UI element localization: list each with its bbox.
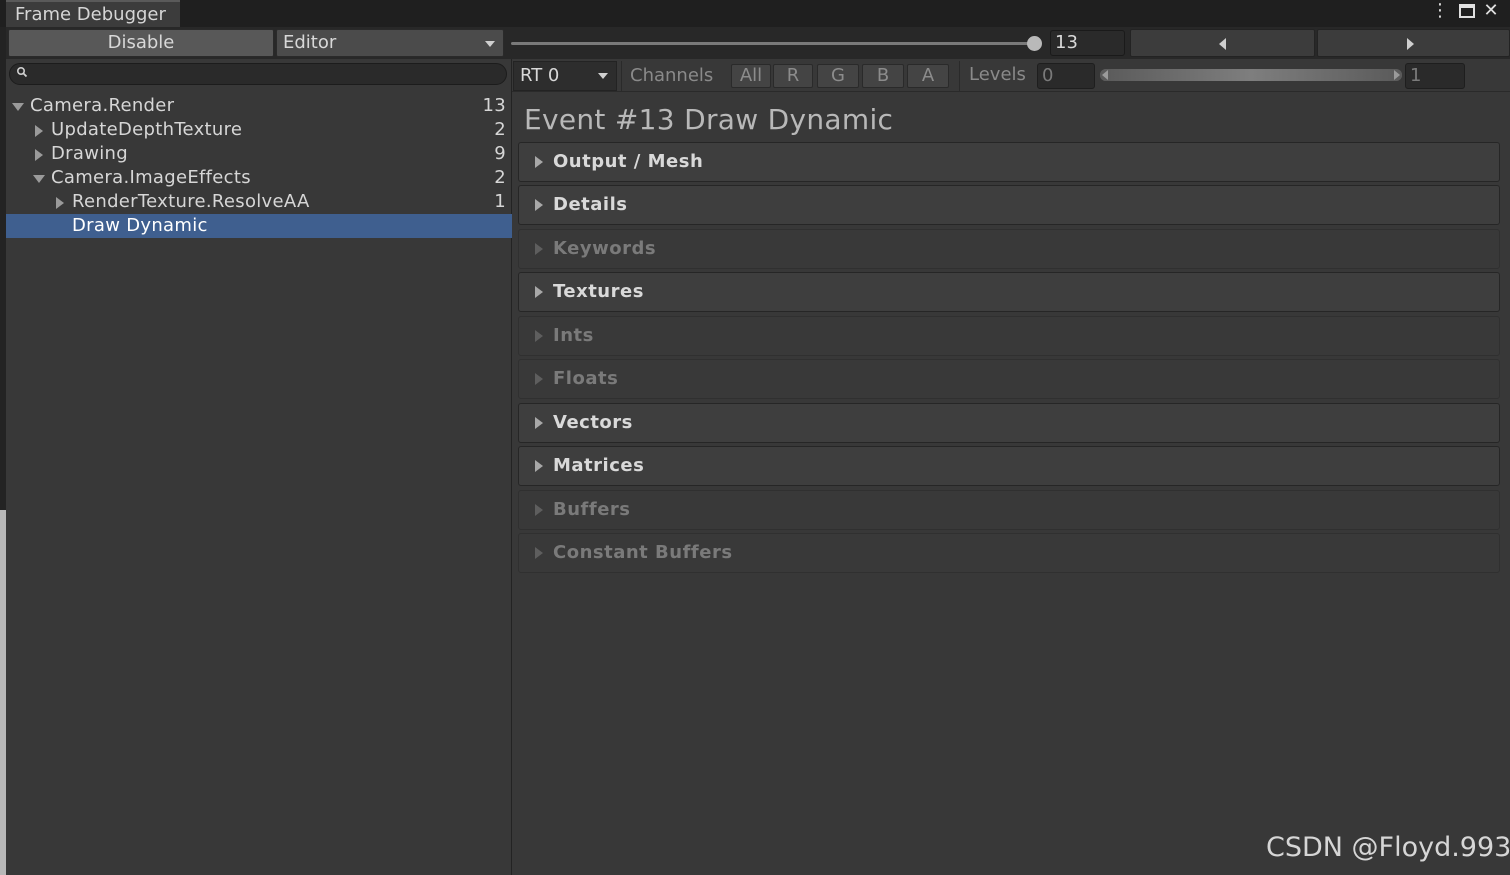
tree-item-count: 9 (494, 143, 506, 164)
tree-item-label: Draw Dynamic (72, 215, 208, 236)
divider (959, 61, 960, 91)
foldout-arrow-icon (535, 460, 543, 472)
tab-frame-debugger[interactable]: Frame Debugger (6, 0, 180, 27)
arrow-left-icon (1219, 38, 1226, 50)
section-output-mesh[interactable]: Output / Mesh (518, 142, 1500, 182)
foldout-arrow-icon (535, 373, 543, 385)
tree-item-count: 2 (494, 119, 506, 140)
tree-item-label: Drawing (51, 143, 128, 164)
collapsed-arrow-icon[interactable] (56, 197, 64, 209)
section-constant-buffers: Constant Buffers (518, 533, 1500, 573)
section-title: Matrices (553, 455, 645, 476)
event-slider-track[interactable] (511, 42, 1039, 45)
tree-item-label: Camera.Render (30, 95, 175, 116)
next-event-button[interactable] (1317, 29, 1510, 57)
divider (621, 61, 622, 91)
foldout-arrow-icon (535, 199, 543, 211)
expanded-arrow-icon[interactable] (33, 175, 45, 183)
event-number-field[interactable]: 13 (1050, 30, 1125, 56)
foldout-arrow-icon (535, 156, 543, 168)
levels-range-slider[interactable] (1100, 69, 1402, 81)
section-title: Floats (553, 368, 619, 389)
target-dropdown-value: Editor (283, 32, 337, 53)
foldout-arrow-icon (535, 504, 543, 516)
search-input[interactable] (9, 63, 507, 85)
tree-item-count: 1 (494, 191, 506, 212)
channel-g-button[interactable]: G (817, 64, 859, 88)
event-slider-thumb[interactable] (1027, 36, 1042, 51)
section-floats: Floats (518, 359, 1500, 399)
tree-item-label: Camera.ImageEffects (51, 167, 251, 188)
levels-label: Levels (969, 64, 1026, 85)
dropdown-arrow-icon (598, 73, 608, 79)
section-title: Buffers (553, 499, 631, 520)
expanded-arrow-icon[interactable] (12, 103, 24, 111)
tree-item-label: UpdateDepthTexture (51, 119, 243, 140)
section-title: Output / Mesh (553, 151, 704, 172)
section-title: Constant Buffers (553, 542, 733, 563)
dropdown-arrow-icon (485, 41, 495, 47)
previous-event-button[interactable] (1130, 29, 1315, 57)
foldout-arrow-icon (535, 330, 543, 342)
tab-strip (0, 0, 1510, 27)
tree-item-camera-image-effects[interactable]: Camera.ImageEffects 2 (6, 166, 512, 190)
channel-a-button[interactable]: A (907, 64, 949, 88)
close-icon[interactable]: ✕ (1480, 0, 1502, 22)
collapsed-arrow-icon[interactable] (35, 125, 43, 137)
target-dropdown[interactable]: Editor (276, 29, 504, 57)
foldout-arrow-icon (535, 243, 543, 255)
section-title: Details (553, 194, 628, 215)
disable-button[interactable]: Disable (8, 29, 274, 57)
channels-label: Channels (630, 65, 714, 86)
tree-item-label: RenderTexture.ResolveAA (72, 191, 310, 212)
event-title: Event #13 Draw Dynamic (524, 103, 894, 136)
section-title: Textures (553, 281, 644, 302)
channel-b-button[interactable]: B (862, 64, 904, 88)
tree-item-count: 13 (482, 95, 506, 116)
channel-r-button[interactable]: R (773, 64, 813, 88)
render-target-value: RT 0 (520, 65, 560, 86)
tree-item-count: 2 (494, 167, 506, 188)
section-details[interactable]: Details (518, 185, 1500, 225)
foldout-arrow-icon (535, 417, 543, 429)
levels-min-field[interactable]: 0 (1037, 63, 1095, 89)
foldout-arrow-icon (535, 286, 543, 298)
tree-item-camera-render[interactable]: Camera.Render 13 (6, 94, 512, 118)
more-options-icon[interactable]: ⋮ (1429, 0, 1451, 22)
watermark: CSDN @Floyd.993 (1266, 832, 1510, 863)
section-textures[interactable]: Textures (518, 272, 1500, 312)
collapsed-arrow-icon[interactable] (35, 149, 43, 161)
tree-item-drawing[interactable]: Drawing 9 (6, 142, 512, 166)
section-buffers: Buffers (518, 490, 1500, 530)
search-icon (16, 66, 30, 80)
section-ints: Ints (518, 316, 1500, 356)
channel-all-button[interactable]: All (731, 64, 771, 88)
section-vectors[interactable]: Vectors (518, 403, 1500, 443)
section-title: Ints (553, 325, 594, 346)
levels-max-field[interactable]: 1 (1405, 63, 1465, 89)
foldout-arrow-icon (535, 547, 543, 559)
render-target-dropdown[interactable]: RT 0 (513, 61, 617, 91)
section-matrices[interactable]: Matrices (518, 446, 1500, 486)
section-title: Vectors (553, 412, 633, 433)
tree-item-render-texture-resolve-aa[interactable]: RenderTexture.ResolveAA 1 (6, 190, 512, 214)
maximize-icon[interactable] (1456, 0, 1478, 22)
arrow-right-icon (1407, 38, 1414, 50)
section-keywords: Keywords (518, 229, 1500, 269)
tree-item-update-depth-texture[interactable]: UpdateDepthTexture 2 (6, 118, 512, 142)
tree-item-draw-dynamic[interactable]: Draw Dynamic (6, 214, 512, 238)
section-title: Keywords (553, 238, 657, 259)
